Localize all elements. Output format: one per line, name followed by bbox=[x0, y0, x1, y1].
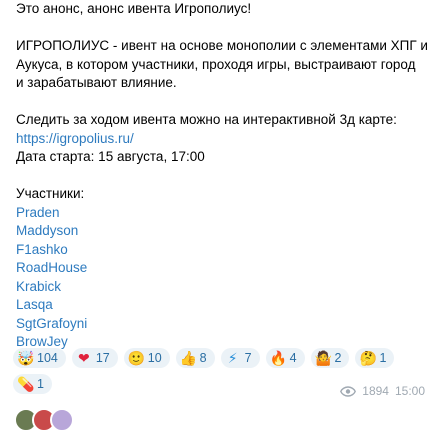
pill-icon: 💊 bbox=[17, 376, 35, 392]
reaction-chip[interactable]: ⚡ 7 bbox=[220, 348, 260, 368]
description-line-3: и зарабатывают влияние. bbox=[16, 75, 177, 90]
reaction-count: 1 bbox=[379, 351, 387, 365]
message-time: 15:00 bbox=[394, 384, 425, 398]
reactors-avatars[interactable] bbox=[14, 408, 74, 432]
eye-icon bbox=[340, 385, 357, 397]
heart-icon: ❤ bbox=[77, 350, 90, 366]
reaction-count: 17 bbox=[95, 351, 110, 365]
reaction-chip[interactable]: 🤷 2 bbox=[310, 348, 350, 368]
reaction-count: 104 bbox=[37, 351, 58, 365]
description-line-1: ИГРОПОЛИУС - ивент на основе монополии с… bbox=[16, 38, 428, 53]
custom-face-icon: 🙂 bbox=[127, 350, 146, 366]
participants-heading: Участники: bbox=[16, 186, 85, 201]
reaction-chip[interactable]: ❤ 17 bbox=[71, 348, 118, 368]
shrug-icon: 🤷 bbox=[314, 350, 332, 366]
participant-link[interactable]: F1ashko bbox=[16, 242, 68, 257]
message-body: Это анонс, анонс ивента Игрополиус! ИГРО… bbox=[16, 0, 428, 352]
fire-icon: 🔥 bbox=[269, 350, 288, 366]
reaction-count: 1 bbox=[37, 377, 44, 391]
participant-link[interactable]: Krabick bbox=[16, 279, 61, 294]
participant-link[interactable]: Maddyson bbox=[16, 223, 78, 238]
message-meta: 1894 15:00 bbox=[340, 384, 425, 398]
exploding-head-icon: 🤯 bbox=[17, 350, 35, 366]
intro-text: Это анонс, анонс ивента Игрополиус! bbox=[16, 1, 252, 16]
participant-link[interactable]: BrowJey bbox=[16, 334, 68, 349]
participant-link[interactable]: RoadHouse bbox=[16, 260, 87, 275]
reaction-count: 7 bbox=[244, 351, 252, 365]
view-count: 1894 bbox=[362, 384, 389, 398]
start-date: Дата старта: 15 августа, 17:00 bbox=[16, 149, 205, 164]
reaction-count: 8 bbox=[199, 351, 207, 365]
thinking-icon: 🤔 bbox=[359, 350, 377, 366]
reaction-count: 4 bbox=[289, 351, 297, 365]
lightning-icon: ⚡ bbox=[227, 350, 238, 366]
reaction-chip[interactable]: 🤯 104 bbox=[13, 348, 66, 368]
participant-link[interactable]: Lasqa bbox=[16, 297, 53, 312]
participant-link[interactable]: SgtGrafoyni bbox=[16, 316, 87, 331]
thumbs-up-icon: 👍 bbox=[179, 350, 198, 366]
reaction-chip[interactable]: 🔥 4 bbox=[265, 348, 305, 368]
reaction-count: 2 bbox=[334, 351, 342, 365]
avatar bbox=[50, 408, 74, 432]
reaction-chip[interactable]: 👍 8 bbox=[175, 348, 215, 368]
reaction-count: 10 bbox=[147, 351, 162, 365]
participant-link[interactable]: Praden bbox=[16, 205, 60, 220]
map-link[interactable]: https://igropolius.ru/ bbox=[16, 131, 134, 146]
reaction-chip[interactable]: 🤔 1 bbox=[355, 348, 395, 368]
map-text: Следить за ходом ивента можно на интерак… bbox=[16, 112, 397, 127]
reaction-chip[interactable]: 💊 1 bbox=[13, 374, 52, 394]
reaction-chip[interactable]: 🙂 10 bbox=[123, 348, 170, 368]
description-line-2: Аукуса, в котором участники, проходя игр… bbox=[16, 56, 416, 72]
